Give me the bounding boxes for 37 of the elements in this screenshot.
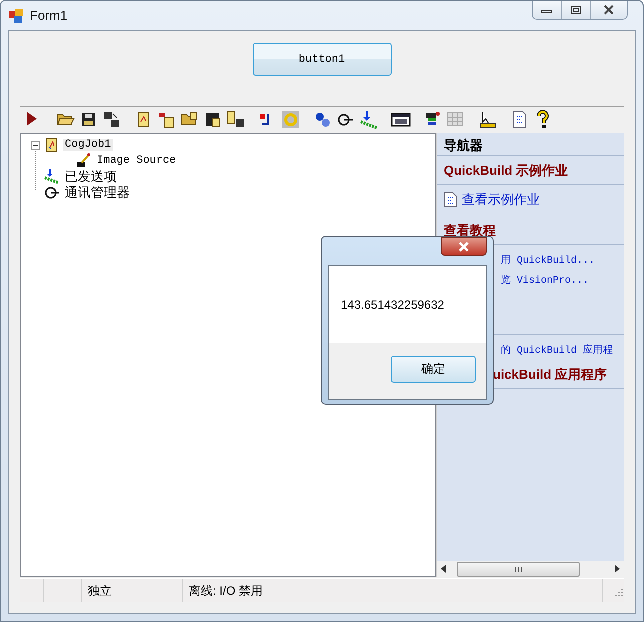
close-button[interactable] (591, 1, 627, 19)
tree-item[interactable]: 已发送项 (63, 168, 119, 186)
scrollbar-thumb[interactable] (457, 562, 580, 576)
ok-button[interactable]: 确定 (391, 356, 476, 383)
tree-item[interactable]: 通讯管理器 (63, 184, 132, 202)
app-icon (8, 8, 24, 24)
section-heading: uickBuild 应用程序 (493, 367, 608, 382)
status-text: 离线: I/O 禁用 (189, 584, 264, 598)
window-title: Form1 (30, 8, 68, 23)
link[interactable]: 用 QuickBuild... (501, 253, 596, 267)
resize-grip-icon[interactable] (612, 587, 624, 599)
status-text: 独立 (88, 584, 112, 598)
section-heading: 查看教程 (444, 223, 496, 238)
minimize-button[interactable] (533, 1, 562, 19)
link[interactable]: 览 VisionPro... (501, 273, 590, 287)
clipboard-icon (44, 137, 60, 153)
collapse-toggle[interactable] (31, 140, 40, 150)
link[interactable]: 查看示例作业 (462, 191, 540, 209)
link[interactable]: 的 QuickBuild 应用程 (501, 343, 614, 357)
clipboard-icon[interactable] (157, 110, 177, 130)
message-text: 143.651432259632 (341, 298, 444, 312)
tree-item[interactable]: Image Source (95, 155, 178, 167)
close-button[interactable] (441, 237, 487, 256)
connector-icon (44, 185, 60, 201)
section-heading: QuickBuild 示例作业 (444, 163, 568, 178)
maximize-button[interactable] (562, 1, 591, 19)
pointer-icon[interactable] (478, 110, 498, 130)
download-icon (44, 169, 60, 185)
tree-item[interactable]: CogJob1 (63, 139, 114, 151)
download-icon[interactable] (359, 110, 379, 130)
panel-title: 导航器 (437, 137, 624, 156)
button[interactable]: button1 (252, 43, 392, 76)
save-icon[interactable] (203, 110, 223, 130)
document-icon (444, 192, 458, 208)
camera-icon (76, 153, 92, 169)
maximize-icon[interactable] (570, 5, 582, 15)
close-icon[interactable] (603, 5, 615, 15)
